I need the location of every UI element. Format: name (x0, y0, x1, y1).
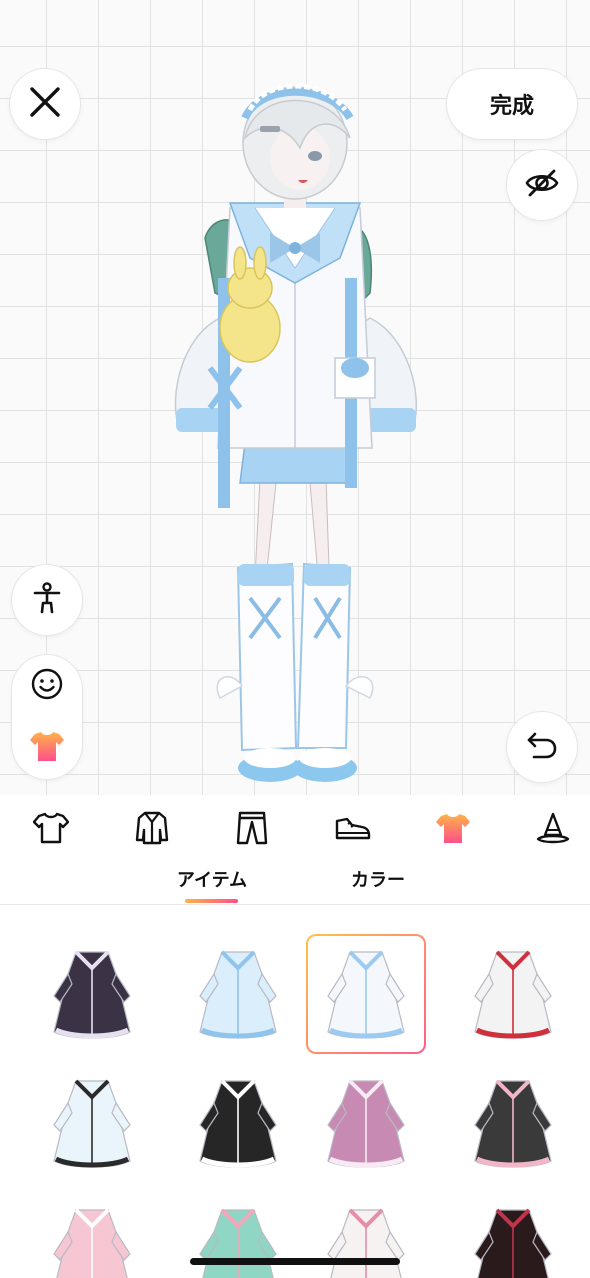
smiley-face-icon (30, 667, 64, 705)
outfit-thumbnail (53, 950, 131, 1039)
outfit-item-light-blue-white-jacket[interactable] (178, 934, 298, 1054)
active-tab-indicator (185, 899, 238, 903)
outfit-thumbnail (53, 1208, 131, 1278)
eye-off-icon (524, 165, 560, 205)
outfit-thumbnail (474, 1208, 552, 1278)
outfit-item-pink-frill-dress[interactable] (32, 1192, 152, 1278)
outfit-thumbnail (199, 950, 277, 1039)
category-tops[interactable] (26, 807, 76, 853)
undo-arrow-icon (525, 728, 559, 766)
pants-icon (235, 810, 269, 850)
outfit-thumbnail (474, 1079, 552, 1168)
category-bottoms[interactable] (227, 807, 277, 853)
outfit-item-pink-heart-dress[interactable] (306, 1063, 426, 1183)
outfit-thumbnail (327, 1208, 405, 1278)
outfit-thumbnail (474, 950, 552, 1039)
done-label: 完成 (489, 94, 534, 119)
outfit-item-white-blue-gown-with-staff[interactable] (32, 1063, 152, 1183)
sub-tabs: アイテム カラー (0, 860, 590, 904)
outfit-item-white-pink-frill-dress[interactable] (306, 1192, 426, 1278)
category-hat[interactable] (528, 807, 578, 853)
avatar-canvas[interactable]: 完成 (0, 0, 590, 795)
coat-icon (134, 810, 170, 850)
category-outerwear[interactable] (127, 807, 177, 853)
outfit-item-black-red-gothic-dress[interactable] (453, 1192, 573, 1278)
tab-color[interactable]: カラー (318, 866, 438, 892)
category-shoes[interactable] (328, 807, 378, 853)
category-full-outfit[interactable] (428, 807, 478, 853)
done-button[interactable]: 完成 (447, 69, 577, 139)
outfit-item-blue-sailor-hoodie[interactable] (306, 934, 426, 1054)
face-outfit-toggle-group (12, 655, 82, 779)
category-bar (0, 795, 590, 865)
avatar-character (174, 83, 418, 782)
shoe-icon (334, 813, 372, 847)
outfit-thumbnail (199, 1079, 277, 1168)
outfit-item-black-heart-dress[interactable] (453, 1063, 573, 1183)
person-pose-icon (30, 581, 64, 619)
close-icon (28, 85, 62, 123)
outfit-button[interactable] (12, 717, 82, 779)
outfit-item-white-red-nurse-dress[interactable] (453, 934, 573, 1054)
tshirt-icon (29, 729, 65, 767)
outfit-thumbnail (327, 1079, 405, 1168)
face-button[interactable] (12, 655, 82, 717)
item-grid (0, 905, 590, 1278)
home-indicator (190, 1258, 400, 1265)
undo-button[interactable] (507, 712, 577, 782)
outfit-item-black-white-maid-dress[interactable] (178, 1063, 298, 1183)
close-button[interactable] (10, 69, 80, 139)
witch-hat-icon (535, 811, 571, 849)
outfit-thumbnail (199, 1208, 277, 1278)
outfit-item-mint-pink-frill-dress[interactable] (178, 1192, 298, 1278)
pose-button[interactable] (12, 565, 82, 635)
tshirt-filled-icon (435, 811, 471, 849)
outfit-thumbnail (327, 950, 405, 1039)
toggle-visibility-button[interactable] (507, 150, 577, 220)
outfit-thumbnail (53, 1079, 131, 1168)
tshirt-outline-icon (32, 811, 70, 849)
tab-items[interactable]: アイテム (152, 866, 272, 892)
outfit-item-dark-starry-lolita-dress[interactable] (32, 934, 152, 1054)
